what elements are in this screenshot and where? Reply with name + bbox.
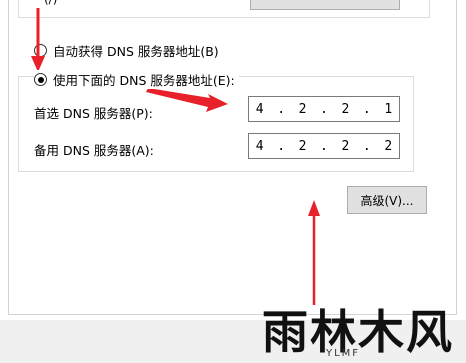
manual-dns-radio[interactable] xyxy=(34,73,47,86)
watermark-logo: 雨林木风 YLMF xyxy=(258,296,466,360)
arrow-to-preferred-dns xyxy=(146,88,228,112)
manual-dns-label: 使用下面的 DNS 服务器地址(E): xyxy=(53,73,235,88)
arrow-to-advanced-head xyxy=(308,200,320,216)
logo-subtext: YLMF xyxy=(325,348,360,359)
manual-dns-option[interactable]: 使用下面的 DNS 服务器地址(E): xyxy=(34,70,239,89)
